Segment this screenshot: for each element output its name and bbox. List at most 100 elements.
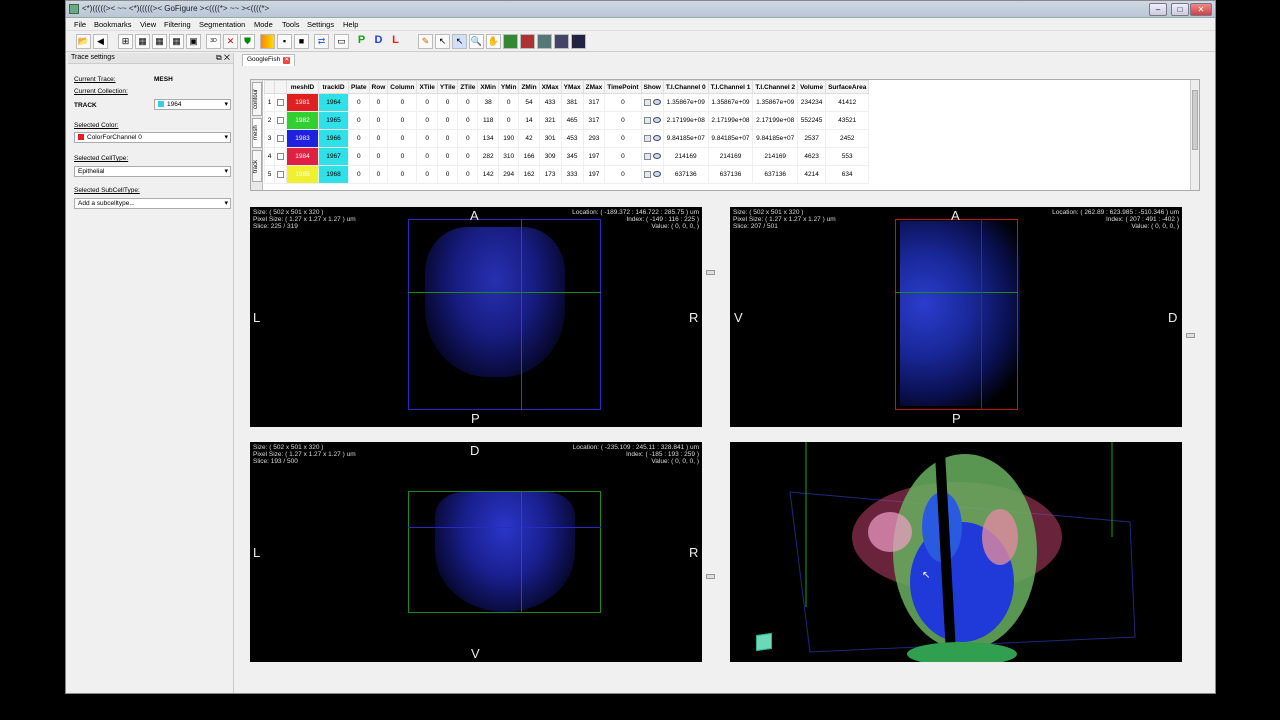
cell-ymax[interactable]: 345: [560, 147, 584, 166]
cell-track-id[interactable]: 1964: [318, 93, 349, 112]
cell-row-number[interactable]: 1: [264, 93, 275, 112]
cell-volume[interactable]: 234234: [797, 93, 827, 112]
show-volume-icon[interactable]: 3D: [206, 34, 221, 49]
cell-ch1[interactable]: 214169: [707, 147, 754, 166]
cell-select-checkbox[interactable]: [274, 93, 287, 112]
cell-ch2[interactable]: 9.84185e+07: [752, 129, 799, 148]
cell-ymax[interactable]: 453: [560, 129, 584, 148]
col-trackid[interactable]: trackID: [318, 80, 349, 94]
col-xtile[interactable]: XTile: [416, 80, 438, 94]
cell-xmax[interactable]: 301: [538, 129, 562, 148]
show-checkbox[interactable]: [643, 116, 651, 124]
cell-xmin[interactable]: 118: [477, 111, 499, 130]
color-icon[interactable]: [260, 34, 275, 49]
cell-xtile[interactable]: 0: [416, 129, 438, 148]
eye-icon[interactable]: [652, 135, 661, 142]
cell-timepoint[interactable]: 0: [604, 111, 642, 130]
view-xz[interactable]: Size: ( 502 x 501 x 320 ) Pixel Size: ( …: [250, 442, 702, 662]
cell-mesh-id[interactable]: 1983: [286, 129, 319, 148]
cell-ytile[interactable]: 0: [436, 129, 459, 148]
menu-tools[interactable]: Tools: [282, 20, 300, 29]
cell-plate[interactable]: 0: [348, 111, 370, 130]
cell-show-toggle[interactable]: [640, 111, 664, 130]
table-row[interactable]: 5 1985 1968 0 0 0 0 0 0 142 294 162 173 333 197 0 63713…: [264, 165, 870, 184]
cell-column[interactable]: 0: [387, 147, 418, 166]
cell-ch0[interactable]: 637136: [662, 165, 709, 184]
plane-p-button[interactable]: P: [354, 34, 369, 49]
contour-icon[interactable]: [537, 34, 552, 49]
cell-column[interactable]: 0: [387, 93, 418, 112]
open-icon[interactable]: 📂: [76, 34, 91, 49]
cell-xtile[interactable]: 0: [416, 93, 438, 112]
col-volume[interactable]: Volume: [797, 80, 827, 94]
col-zmin[interactable]: ZMin: [518, 80, 540, 94]
cell-xmax[interactable]: 433: [538, 93, 562, 112]
cell-ymin[interactable]: 0: [497, 111, 520, 130]
cell-xmin[interactable]: 38: [477, 93, 499, 112]
cell-zmin[interactable]: 14: [518, 111, 540, 130]
eye-icon[interactable]: [652, 171, 661, 178]
menu-filtering[interactable]: Filtering: [164, 20, 191, 29]
subcelltype-dropdown[interactable]: Add a subcelltype... ▾: [74, 198, 231, 209]
cell-xtile[interactable]: 0: [416, 165, 438, 184]
cell-volume[interactable]: 2537: [797, 129, 827, 148]
cell-xtile[interactable]: 0: [416, 111, 438, 130]
cell-ch1[interactable]: 637136: [707, 165, 754, 184]
cell-row-number[interactable]: 3: [264, 129, 275, 148]
cell-zmin[interactable]: 42: [518, 129, 540, 148]
black-square-icon[interactable]: ▪: [277, 34, 292, 49]
col-timepoint[interactable]: TimePoint: [604, 80, 642, 94]
close-view-icon[interactable]: ✕: [223, 34, 238, 49]
cell-ch1[interactable]: 2.17199e+08: [707, 111, 754, 130]
cell-select-checkbox[interactable]: [274, 165, 287, 184]
cell-mesh-id[interactable]: 1981: [286, 93, 319, 112]
cell-track-id[interactable]: 1967: [318, 147, 349, 166]
col-zmax[interactable]: ZMax: [582, 80, 606, 94]
cell-zmax[interactable]: 293: [582, 129, 606, 148]
table-row[interactable]: 4 1984 1967 0 0 0 0 0 0 282 310 166 309 345 197 0 21416…: [264, 147, 870, 166]
cell-plate[interactable]: 0: [348, 93, 370, 112]
black-background-icon[interactable]: ■: [294, 34, 309, 49]
seed-icon[interactable]: [554, 34, 569, 49]
cell-ztile[interactable]: 0: [457, 111, 479, 130]
view-xy-icon[interactable]: ▦: [135, 34, 150, 49]
menu-bookmarks[interactable]: Bookmarks: [94, 20, 132, 29]
table-row[interactable]: 1 1981 1964 0 0 0 0 0 0 38 0 54 433 381 317 0 1.35867e+…: [264, 93, 870, 112]
cell-row[interactable]: 0: [368, 111, 389, 130]
cell-zmin[interactable]: 54: [518, 93, 540, 112]
view-xy[interactable]: Size: ( 502 x 501 x 320 ) Pixel Size: ( …: [250, 207, 702, 427]
cell-ymax[interactable]: 381: [560, 93, 584, 112]
menu-help[interactable]: Help: [343, 20, 358, 29]
cell-ch0[interactable]: 1.35867e+09: [662, 93, 709, 112]
cell-plate[interactable]: 0: [348, 165, 370, 184]
cell-ytile[interactable]: 0: [436, 111, 459, 130]
color-dropdown[interactable]: ColorForChannel 0 ▾: [74, 132, 231, 143]
close-tab-icon[interactable]: ✕: [283, 57, 291, 64]
cell-row[interactable]: 0: [368, 147, 389, 166]
celltype-dropdown[interactable]: Epithelial ▾: [74, 166, 231, 177]
cell-zmax[interactable]: 197: [582, 147, 606, 166]
cell-column[interactable]: 0: [387, 165, 418, 184]
cell-xmax[interactable]: 173: [538, 165, 562, 184]
zoom-icon[interactable]: 🔍: [469, 34, 484, 49]
tab-mesh[interactable]: mesh: [252, 118, 262, 148]
mesh-icon[interactable]: [520, 34, 535, 49]
cell-row-number[interactable]: 5: [264, 165, 275, 184]
col-ztile[interactable]: ZTile: [457, 80, 479, 94]
cell-ytile[interactable]: 0: [436, 165, 459, 184]
cell-select-checkbox[interactable]: [274, 129, 287, 148]
cell-ch2[interactable]: 214169: [752, 147, 799, 166]
cell-surfacearea[interactable]: 2452: [825, 129, 870, 148]
cell-ytile[interactable]: 0: [436, 147, 459, 166]
pointer-icon[interactable]: ↖: [435, 34, 450, 49]
col-surfacearea[interactable]: SurfaceArea: [825, 80, 870, 94]
menu-segmentation[interactable]: Segmentation: [199, 20, 245, 29]
cell-surfacearea[interactable]: 553: [825, 147, 870, 166]
quadview-icon[interactable]: ⊞: [118, 34, 133, 49]
cell-mesh-id[interactable]: 1984: [286, 147, 319, 166]
select-icon[interactable]: ↖: [452, 34, 467, 49]
cell-ymin[interactable]: 294: [497, 165, 520, 184]
tab-googlefish[interactable]: GoogleFish ✕: [242, 54, 296, 66]
cell-volume[interactable]: 552245: [797, 111, 827, 130]
cell-ch2[interactable]: 1.35867e+09: [752, 93, 799, 112]
